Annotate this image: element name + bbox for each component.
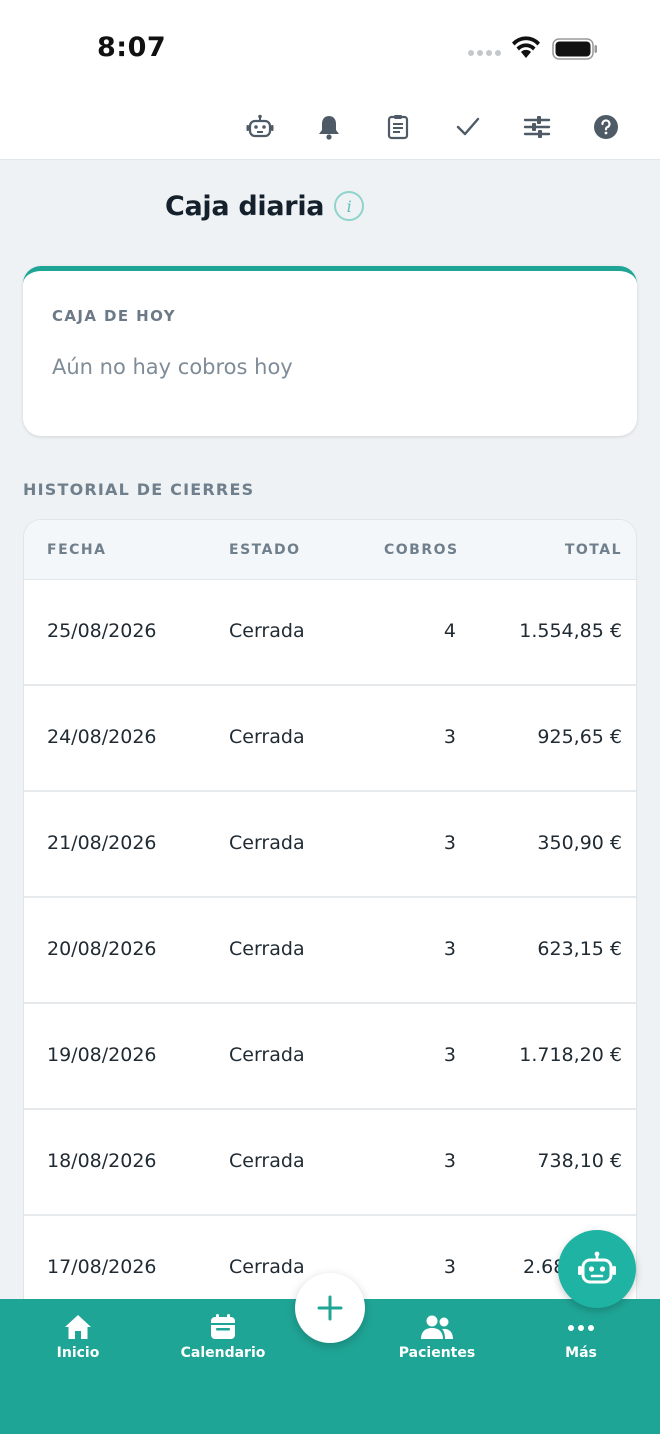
nav-label: Pacientes (398, 1345, 476, 1361)
row-total: 623,15 € (537, 938, 622, 960)
help-icon[interactable] (591, 112, 621, 142)
row-status: Cerrada (229, 1044, 305, 1066)
row-status: Cerrada (229, 1256, 305, 1278)
history-table: FECHA ESTADO COBROS TOTAL 25/08/2026 Cer… (23, 519, 637, 1319)
nav-item-inicio[interactable]: Inicio (18, 1313, 138, 1361)
row-date: 17/08/2026 (47, 1256, 157, 1278)
table-row[interactable]: 21/08/2026 Cerrada 3 350,90 € (24, 792, 636, 898)
nav-label: Calendario (180, 1345, 266, 1361)
column-header-total: TOTAL (564, 542, 622, 558)
row-count: 3 (443, 1044, 456, 1066)
row-status: Cerrada (229, 726, 305, 748)
row-date: 20/08/2026 (47, 938, 157, 960)
calendar-icon (211, 1314, 235, 1339)
today-empty-message: Aún no hay cobros hoy (52, 355, 293, 379)
row-date: 18/08/2026 (47, 1150, 157, 1172)
add-button[interactable] (295, 1273, 365, 1343)
nav-label: Más (565, 1345, 597, 1361)
home-icon (65, 1315, 91, 1339)
table-header: FECHA ESTADO COBROS TOTAL (24, 520, 636, 580)
row-count: 3 (443, 726, 456, 748)
row-count: 3 (443, 1256, 456, 1278)
row-count: 3 (443, 938, 456, 960)
column-header-count: COBROS (384, 542, 459, 558)
title-row: Caja diaria i (165, 186, 365, 226)
wifi-icon (512, 36, 540, 58)
sliders-icon[interactable] (522, 112, 552, 142)
history-section-title: HISTORIAL DE CIERRES (23, 480, 255, 499)
plus-icon (317, 1295, 343, 1321)
nav-item-calendario[interactable]: Calendario (163, 1313, 283, 1361)
row-date: 25/08/2026 (47, 620, 157, 642)
nav-label: Inicio (56, 1345, 100, 1361)
today-card-label: CAJA DE HOY (52, 307, 176, 325)
battery-icon (552, 38, 597, 60)
row-count: 3 (443, 832, 456, 854)
nav-item-mas[interactable]: Más (521, 1313, 641, 1361)
check-icon[interactable] (453, 112, 483, 142)
table-row[interactable]: 25/08/2026 Cerrada 4 1.554,85 € (24, 580, 636, 686)
table-row[interactable]: 19/08/2026 Cerrada 3 1.718,20 € (24, 1004, 636, 1110)
row-total: 738,10 € (537, 1150, 622, 1172)
row-date: 19/08/2026 (47, 1044, 157, 1066)
table-row[interactable]: 18/08/2026 Cerrada 3 738,10 € (24, 1110, 636, 1216)
column-header-status: ESTADO (229, 542, 301, 558)
row-status: Cerrada (229, 938, 305, 960)
row-status: Cerrada (229, 1150, 305, 1172)
cellular-signal-icon (468, 50, 502, 60)
nav-item-pacientes[interactable]: Pacientes (377, 1313, 497, 1361)
column-header-date: FECHA (47, 542, 107, 558)
info-icon[interactable]: i (334, 191, 365, 221)
table-row[interactable]: 24/08/2026 Cerrada 3 925,65 € (24, 686, 636, 792)
row-total: 350,90 € (537, 832, 622, 854)
row-count: 4 (443, 620, 456, 642)
robot-icon (578, 1251, 616, 1284)
row-status: Cerrada (229, 832, 305, 854)
today-cash-card: CAJA DE HOY Aún no hay cobros hoy (23, 266, 637, 436)
row-count: 3 (443, 1150, 456, 1172)
row-date: 21/08/2026 (47, 832, 157, 854)
row-date: 24/08/2026 (47, 726, 157, 748)
bell-icon[interactable] (314, 112, 344, 142)
top-toolbar (0, 96, 660, 160)
table-row[interactable]: 20/08/2026 Cerrada 3 623,15 € (24, 898, 636, 1004)
row-total: 1.554,85 € (519, 620, 622, 642)
robot-icon[interactable] (245, 112, 275, 142)
row-total: 925,65 € (537, 726, 622, 748)
status-time: 8:07 (97, 32, 167, 63)
page-title: Caja diaria (165, 190, 325, 222)
users-icon (421, 1315, 453, 1339)
more-icon (568, 1325, 594, 1331)
row-status: Cerrada (229, 620, 305, 642)
clipboard-icon[interactable] (383, 112, 413, 142)
status-bar: 8:07 (0, 0, 660, 96)
row-total: 1.718,20 € (519, 1044, 622, 1066)
assistant-fab[interactable] (558, 1230, 636, 1308)
